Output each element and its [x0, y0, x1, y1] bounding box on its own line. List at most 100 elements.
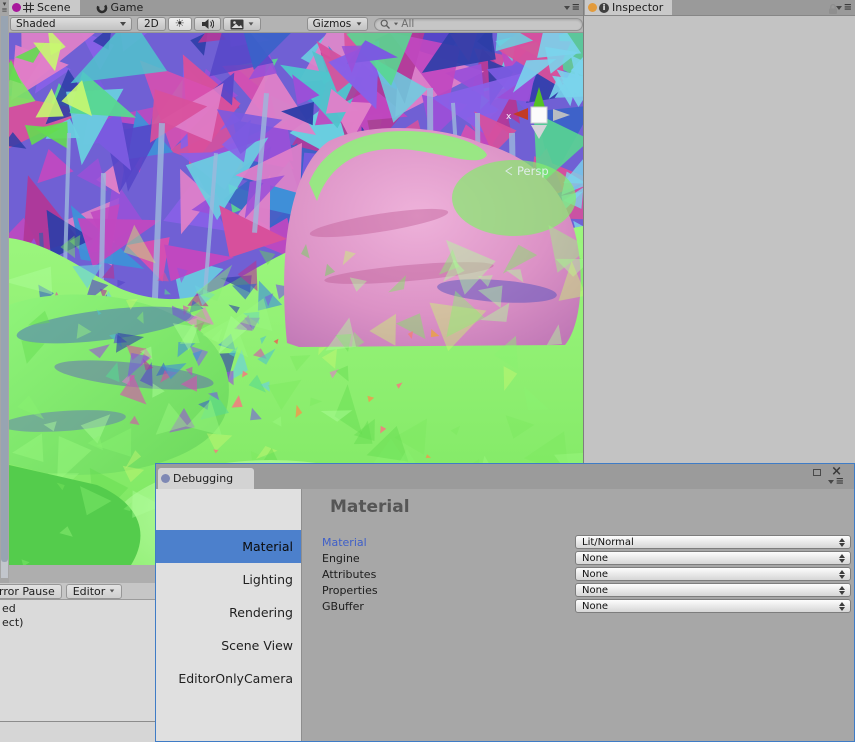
chevron-down-icon [248, 22, 253, 25]
chevron-down-icon [120, 22, 126, 26]
chevron-down-icon [357, 22, 362, 25]
chevron-down-icon [836, 6, 842, 10]
chevron-down-icon [564, 6, 570, 10]
sidebar-item-lighting[interactable]: Lighting [156, 563, 301, 596]
engine-select[interactable]: None [575, 551, 851, 565]
chevron-down-icon [110, 590, 115, 593]
panel-menu-icon[interactable]: ▾≡ [0, 1, 9, 13]
left-panel-sliver: ▾≡ [0, 0, 9, 583]
error-pause-label: rror Pause [0, 585, 55, 598]
scene-lighting-toggle[interactable]: ☀ [168, 17, 192, 31]
field-label: Attributes [322, 568, 376, 581]
game-icon [96, 2, 108, 14]
search-value: All [401, 18, 414, 30]
select-value: None [582, 585, 608, 596]
field-label: Engine [322, 552, 360, 565]
popup-arrows-icon [839, 538, 846, 547]
sidebar-item-label: Rendering [229, 605, 293, 620]
sidebar-item-label: Scene View [221, 638, 293, 653]
field-row-gbuffer: GBuffer None [302, 598, 854, 614]
sun-icon: ☀ [175, 19, 185, 29]
2d-toggle[interactable]: 2D [137, 17, 166, 31]
inspector-tabbar: i Inspector ≡ [584, 0, 855, 16]
tab-debugging-label: Debugging [173, 472, 233, 485]
console-log-list[interactable]: ed ect) [2, 602, 23, 629]
tab-scene[interactable]: Scene [9, 0, 80, 15]
field-row-engine: Engine None [302, 550, 854, 566]
debugging-tabbar: Debugging × ≡ [156, 464, 854, 489]
editor-label: Editor [73, 585, 106, 598]
gizmo-x-label: x [506, 112, 512, 122]
scene-tab-dot-icon [12, 3, 21, 12]
shading-mode-dropdown[interactable]: Shaded [10, 17, 132, 31]
select-value: None [582, 553, 608, 564]
scene-audio-toggle[interactable] [194, 17, 221, 31]
tab-scene-label: Scene [37, 1, 71, 14]
console-log-line[interactable]: ed [2, 602, 23, 616]
field-label: Material [322, 536, 367, 549]
popup-arrows-icon [839, 602, 846, 611]
field-label: GBuffer [322, 600, 364, 613]
menu-bars-icon: ≡ [572, 4, 580, 12]
scene-search-field[interactable]: All [374, 18, 583, 31]
select-value: Lit/Normal [582, 537, 634, 548]
scene-toolbar: Shaded 2D ☀ [9, 16, 583, 33]
maximize-icon[interactable] [813, 469, 821, 476]
scene-effects-toggle[interactable] [223, 17, 261, 31]
sidebar-item-label: Lighting [242, 572, 293, 587]
field-label: Properties [322, 584, 378, 597]
sidebar-item-rendering[interactable]: Rendering [156, 596, 301, 629]
orientation-gizmo[interactable]: x Persp [479, 43, 583, 178]
menu-bars-icon: ≡ [844, 4, 852, 12]
speaker-icon [201, 18, 214, 30]
unity-editor: ▾≡ Scene Game ≡ [0, 0, 855, 742]
chevron-down-icon [828, 480, 834, 484]
2d-toggle-label: 2D [144, 18, 159, 30]
search-icon [380, 19, 391, 30]
persp-label[interactable]: Persp [517, 164, 549, 178]
scene-grid-icon [23, 2, 34, 13]
debugging-tab-dot-icon [161, 474, 170, 483]
attributes-select[interactable]: None [575, 567, 851, 581]
sidebar-item-label: EditorOnlyCamera [178, 671, 293, 686]
inspector-panel-menu-icon[interactable]: ≡ [836, 4, 852, 12]
select-value: None [582, 601, 608, 612]
scrollbar-thumb[interactable] [1, 16, 8, 562]
gbuffer-select[interactable]: None [575, 599, 851, 613]
tab-inspector-label: Inspector [612, 1, 663, 14]
gizmo-x-axis-cone[interactable] [513, 108, 528, 120]
sidebar-item-material[interactable]: Material [156, 530, 301, 563]
image-icon [230, 19, 244, 30]
properties-select[interactable]: None [575, 583, 851, 597]
gizmos-label: Gizmos [313, 18, 352, 30]
menu-bars-icon: ≡ [836, 478, 844, 486]
popup-arrows-icon [839, 570, 846, 579]
popup-arrows-icon [839, 586, 846, 595]
sidebar-item-scene-view[interactable]: Scene View [156, 629, 301, 662]
shading-mode-label: Shaded [16, 18, 56, 30]
editor-dropdown[interactable]: Editor [66, 584, 123, 599]
popup-arrows-icon [839, 554, 846, 563]
field-row-material: Material Lit/Normal [302, 534, 854, 550]
debugging-sidebar: Material Lighting Rendering Scene View E… [156, 489, 302, 741]
gizmo-down-cone[interactable] [531, 125, 547, 139]
debugging-body: Material Lighting Rendering Scene View E… [156, 489, 854, 741]
persp-toggle-icon[interactable] [506, 167, 512, 175]
tab-game[interactable]: Game [94, 0, 153, 15]
tab-debugging[interactable]: Debugging [158, 468, 254, 489]
gizmo-right-cone[interactable] [553, 109, 570, 121]
tab-inspector[interactable]: i Inspector [585, 0, 672, 15]
debugging-window: Debugging × ≡ Material Lighting Renderin… [155, 463, 855, 742]
console-log-line[interactable]: ect) [2, 616, 23, 630]
info-icon: i [599, 3, 609, 13]
gizmos-dropdown[interactable]: Gizmos [307, 17, 369, 31]
debugging-panel-menu-icon[interactable]: ≡ [828, 478, 844, 486]
sidebar-item-editoronlycamera[interactable]: EditorOnlyCamera [156, 662, 301, 695]
gizmo-center-cube[interactable] [531, 107, 547, 123]
chevron-down-icon [394, 23, 398, 26]
page-title: Material [330, 497, 410, 517]
material-select[interactable]: Lit/Normal [575, 535, 851, 549]
scene-panel-menu-icon[interactable]: ≡ [564, 4, 580, 12]
error-pause-toggle[interactable]: rror Pause [0, 584, 62, 599]
tab-game-label: Game [111, 1, 144, 14]
